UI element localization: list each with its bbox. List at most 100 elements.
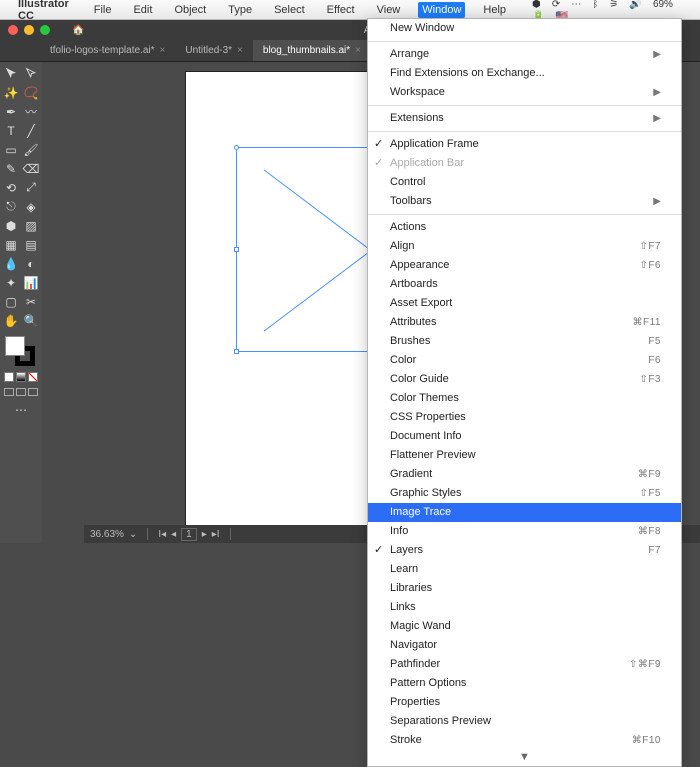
hand-tool[interactable]: ✋: [1, 311, 21, 330]
menu-item-magic-wand[interactable]: Magic Wand: [368, 617, 681, 636]
wifi-icon[interactable]: ⚞: [609, 0, 618, 10]
selection-tool[interactable]: [1, 64, 21, 83]
document-tab[interactable]: tfolio-logos-template.ai*×: [40, 40, 175, 61]
menu-item-new-window[interactable]: New Window: [368, 19, 681, 38]
free-transform-tool[interactable]: ◈: [21, 197, 41, 216]
menu-item-extensions[interactable]: Extensions▶: [368, 109, 681, 128]
status-icon[interactable]: ⬢: [532, 0, 541, 10]
menu-item-brushes[interactable]: BrushesF5: [368, 332, 681, 351]
direct-selection-tool[interactable]: [21, 64, 41, 83]
menu-item-asset-export[interactable]: Asset Export: [368, 294, 681, 313]
menu-item-toolbars[interactable]: Toolbars▶: [368, 192, 681, 211]
menu-item-pathfinder[interactable]: Pathfinder⇧⌘F9: [368, 655, 681, 674]
menu-item-learn[interactable]: Learn: [368, 560, 681, 579]
fill-stroke-swatches[interactable]: [5, 336, 37, 368]
mesh-tool[interactable]: ▦: [1, 235, 21, 254]
curvature-tool[interactable]: 〰: [21, 102, 41, 121]
zoom-dropdown-icon[interactable]: ⌄: [129, 529, 137, 540]
zoom-tool[interactable]: 🔍: [21, 311, 41, 330]
scale-tool[interactable]: ⤢: [21, 178, 41, 197]
slice-tool[interactable]: ✂: [21, 292, 41, 311]
nav-last-icon[interactable]: ▸I: [212, 529, 220, 540]
menu-item-control[interactable]: Control: [368, 173, 681, 192]
shaper-tool[interactable]: ✎: [1, 159, 21, 178]
menu-item-graphic-styles[interactable]: Graphic Styles⇧F5: [368, 484, 681, 503]
menu-item-gradient[interactable]: Gradient⌘F9: [368, 465, 681, 484]
line-tool[interactable]: ╱: [21, 121, 41, 140]
menu-item-color[interactable]: ColorF6: [368, 351, 681, 370]
menu-item-appearance[interactable]: Appearance⇧F6: [368, 256, 681, 275]
artboard-number[interactable]: 1: [181, 528, 197, 541]
maximize-window-button[interactable]: [40, 25, 50, 35]
menu-type[interactable]: Type: [224, 2, 256, 18]
menu-item-align[interactable]: Align⇧F7: [368, 237, 681, 256]
handle-top-left[interactable]: [234, 145, 239, 150]
zoom-level[interactable]: 36.63%: [90, 529, 124, 540]
minimize-window-button[interactable]: [24, 25, 34, 35]
menu-view[interactable]: View: [373, 2, 405, 18]
menu-select[interactable]: Select: [270, 2, 309, 18]
menu-item-find-extensions-on-exchange[interactable]: Find Extensions on Exchange...: [368, 64, 681, 83]
rotate-tool[interactable]: ⟲: [1, 178, 21, 197]
color-mode-none[interactable]: [28, 372, 38, 382]
color-mode-gradient[interactable]: [16, 372, 26, 382]
paintbrush-tool[interactable]: 🖌: [21, 140, 41, 159]
menu-scroll-down-icon[interactable]: ▼: [368, 750, 681, 766]
menu-edit[interactable]: Edit: [129, 2, 156, 18]
menu-item-arrange[interactable]: Arrange▶: [368, 45, 681, 64]
menu-item-artboards[interactable]: Artboards: [368, 275, 681, 294]
close-tab-icon[interactable]: ×: [237, 45, 243, 56]
menu-item-color-themes[interactable]: Color Themes: [368, 389, 681, 408]
close-tab-icon[interactable]: ×: [160, 45, 166, 56]
close-window-button[interactable]: [8, 25, 18, 35]
menu-item-color-guide[interactable]: Color Guide⇧F3: [368, 370, 681, 389]
menu-item-document-info[interactable]: Document Info: [368, 427, 681, 446]
menu-item-application-frame[interactable]: ✓Application Frame: [368, 135, 681, 154]
menu-item-flattener-preview[interactable]: Flattener Preview: [368, 446, 681, 465]
status-icon[interactable]: ⋯: [571, 0, 581, 10]
color-mode-solid[interactable]: [4, 372, 14, 382]
status-icon[interactable]: ⟳: [552, 0, 560, 10]
handle-bot-left[interactable]: [234, 349, 239, 354]
nav-first-icon[interactable]: I◂: [158, 529, 166, 540]
handle-mid-left[interactable]: [234, 247, 239, 252]
pen-tool[interactable]: ✒: [1, 102, 21, 121]
magic-wand-tool[interactable]: ✨: [1, 83, 21, 102]
column-graph-tool[interactable]: 📊: [21, 273, 41, 292]
draw-behind-icon[interactable]: [16, 388, 26, 396]
menu-item-layers[interactable]: ✓LayersF7: [368, 541, 681, 560]
document-tab[interactable]: Untitled-3*×: [175, 40, 253, 61]
menu-help[interactable]: Help: [479, 2, 510, 18]
menu-item-css-properties[interactable]: CSS Properties: [368, 408, 681, 427]
menu-item-actions[interactable]: Actions: [368, 218, 681, 237]
menu-item-separations-preview[interactable]: Separations Preview: [368, 712, 681, 731]
perspective-tool[interactable]: ▨: [21, 216, 41, 235]
eraser-tool[interactable]: ⌫: [21, 159, 41, 178]
menu-item-workspace[interactable]: Workspace▶: [368, 83, 681, 102]
bluetooth-icon[interactable]: ᛒ: [592, 0, 598, 10]
nav-next-icon[interactable]: ▸: [202, 529, 207, 540]
menu-item-info[interactable]: Info⌘F8: [368, 522, 681, 541]
gradient-tool[interactable]: ▤: [21, 235, 41, 254]
blend-tool[interactable]: ◐: [21, 254, 41, 273]
menu-item-pattern-options[interactable]: Pattern Options: [368, 674, 681, 693]
menu-window[interactable]: Window: [418, 2, 465, 18]
type-tool[interactable]: T: [1, 121, 21, 140]
symbol-sprayer-tool[interactable]: ✦: [1, 273, 21, 292]
home-icon[interactable]: 🏠: [72, 25, 84, 36]
edit-toolbar-icon[interactable]: ⋯: [11, 400, 31, 419]
menu-effect[interactable]: Effect: [323, 2, 359, 18]
menu-item-stroke[interactable]: Stroke⌘F10: [368, 731, 681, 750]
rectangle-tool[interactable]: ▭: [1, 140, 21, 159]
battery-percent[interactable]: 69%: [653, 0, 673, 10]
menu-item-properties[interactable]: Properties: [368, 693, 681, 712]
menu-object[interactable]: Object: [170, 2, 210, 18]
menu-item-libraries[interactable]: Libraries: [368, 579, 681, 598]
document-tab[interactable]: blog_thumbnails.ai*×: [253, 40, 371, 61]
draw-normal-icon[interactable]: [4, 388, 14, 396]
menu-item-links[interactable]: Links: [368, 598, 681, 617]
fill-swatch[interactable]: [5, 336, 25, 356]
menu-item-navigator[interactable]: Navigator: [368, 636, 681, 655]
volume-icon[interactable]: 🔊: [629, 0, 641, 10]
shape-builder-tool[interactable]: ⬢: [1, 216, 21, 235]
